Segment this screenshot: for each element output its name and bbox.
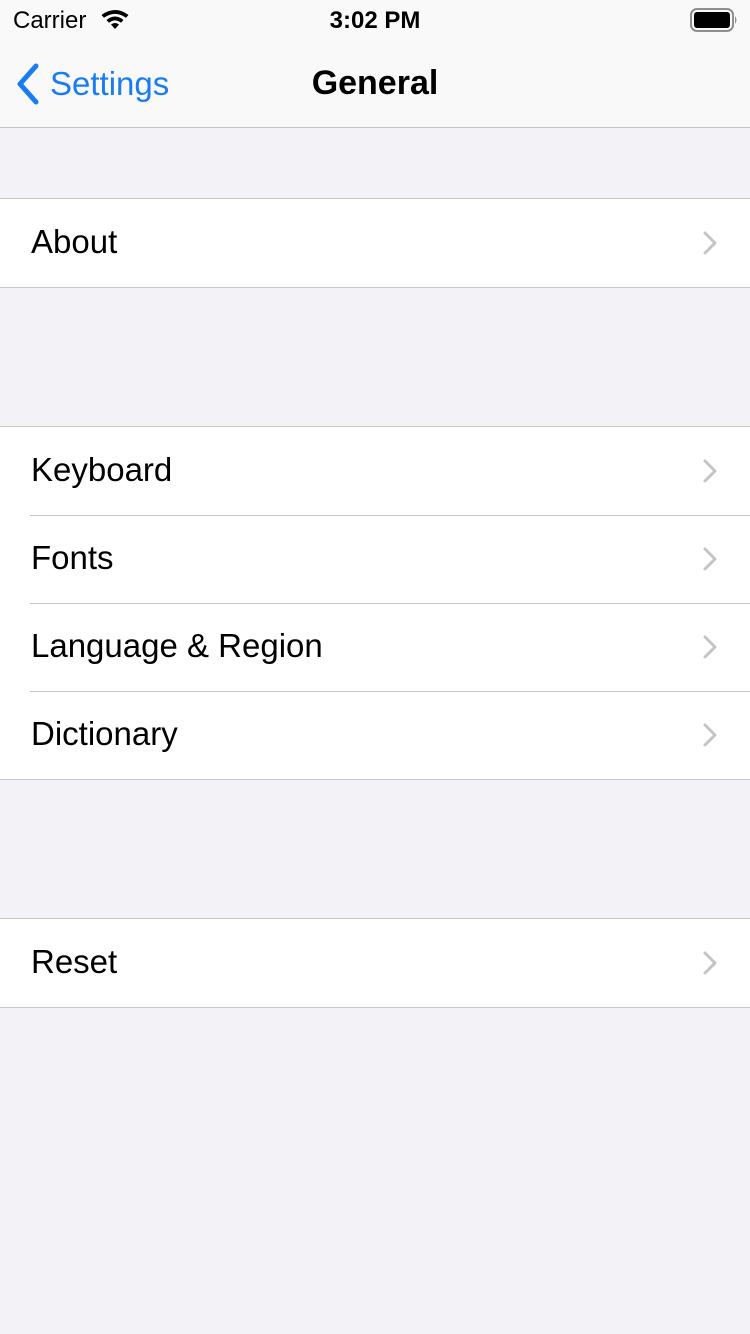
settings-row-language-region[interactable]: Language & Region xyxy=(0,603,750,691)
row-label: Dictionary xyxy=(31,715,178,752)
row-label: Language & Region xyxy=(31,627,323,664)
settings-row-about[interactable]: About xyxy=(0,199,750,287)
settings-group-reset: Reset xyxy=(0,918,750,1008)
row-label: About xyxy=(31,223,118,260)
settings-general-screen: Carrier 3:02 PM Settings General About K… xyxy=(0,0,750,1334)
page-title: General xyxy=(311,64,439,102)
row-label: Keyboard xyxy=(31,451,173,488)
row-label: Fonts xyxy=(31,539,114,576)
settings-group-input: Keyboard Fonts Language & Region Diction… xyxy=(0,426,750,780)
status-bar: Carrier 3:02 PM xyxy=(0,0,750,40)
navigation-bar: Settings General xyxy=(0,40,750,128)
chevron-right-icon xyxy=(703,231,717,255)
chevron-right-icon xyxy=(703,951,717,975)
chevron-right-icon xyxy=(703,635,717,659)
chevron-right-icon xyxy=(703,723,717,747)
chevron-right-icon xyxy=(703,459,717,483)
chevron-right-icon xyxy=(703,547,717,571)
battery-icon xyxy=(690,8,737,32)
settings-row-keyboard[interactable]: Keyboard xyxy=(0,427,750,515)
row-label: Reset xyxy=(31,943,118,980)
settings-row-fonts[interactable]: Fonts xyxy=(0,515,750,603)
status-time: 3:02 PM xyxy=(329,7,421,34)
settings-group-about: About xyxy=(0,198,750,288)
settings-row-reset[interactable]: Reset xyxy=(0,919,750,1007)
settings-row-dictionary[interactable]: Dictionary xyxy=(0,691,750,779)
